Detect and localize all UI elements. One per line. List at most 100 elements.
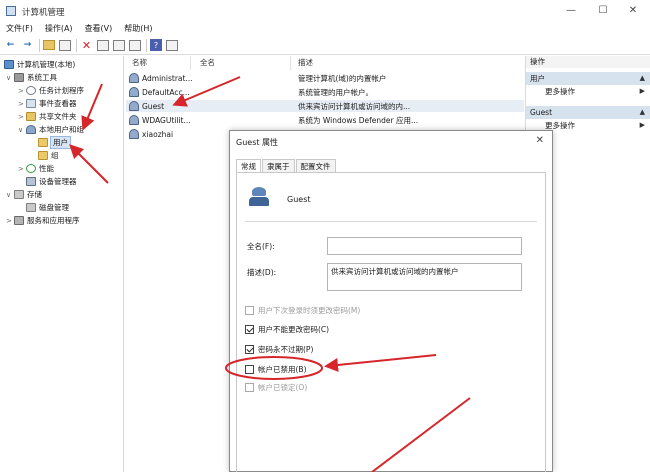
list-row[interactable]: Administrat... 管理计算机(域)的内置帐户 xyxy=(126,72,524,84)
checkbox[interactable] xyxy=(245,325,254,334)
tree-item-root[interactable]: 计算机管理(本地) xyxy=(4,58,75,71)
checkbox-cannot-change-password[interactable]: 用户不能更改密码(C) xyxy=(245,324,329,335)
expand-chevron-icon[interactable]: > xyxy=(18,87,26,95)
checkbox-password-never-expires[interactable]: 密码永不过期(P) xyxy=(245,344,313,355)
up-folder-icon[interactable] xyxy=(43,40,55,50)
help-icon[interactable]: ? xyxy=(150,39,162,51)
expand-chevron-icon[interactable]: > xyxy=(18,165,26,173)
checkbox[interactable] xyxy=(245,383,254,392)
tree-item-services-apps[interactable]: > 服务和应用程序 xyxy=(6,214,80,227)
column-header-full-name[interactable]: 全名 xyxy=(200,56,215,70)
menu-view[interactable]: 查看(V) xyxy=(85,22,113,36)
full-name-input[interactable] xyxy=(327,237,522,255)
column-divider[interactable] xyxy=(290,56,291,70)
shared-folder-icon xyxy=(26,112,36,121)
full-name-label: 全名(F): xyxy=(247,242,275,251)
tree-item-task-scheduler[interactable]: > 任务计划程序 xyxy=(18,84,84,97)
tree-item-local-users-groups[interactable]: ∨ 本地用户和组 xyxy=(18,123,84,136)
tree-item-shared-folders[interactable]: > 共享文件夹 xyxy=(18,110,77,123)
show-hide-tree-icon[interactable] xyxy=(59,39,71,51)
list-row-guest[interactable]: Guest 供来宾访问计算机或访问域的内... xyxy=(126,100,524,112)
collapse-triangle-icon[interactable]: ▲ xyxy=(640,106,645,119)
dialog-close-button[interactable]: ✕ xyxy=(536,135,544,146)
collapse-chevron-icon[interactable]: ∨ xyxy=(6,191,14,199)
submenu-arrow-icon: ▶ xyxy=(639,121,645,129)
tab-profile[interactable]: 配置文件 xyxy=(295,159,336,172)
collapse-chevron-icon[interactable]: ∨ xyxy=(6,74,14,82)
submenu-arrow-icon: ▶ xyxy=(639,87,645,95)
collapse-triangle-icon[interactable]: ▲ xyxy=(640,72,645,85)
collapse-chevron-icon[interactable]: ∨ xyxy=(18,126,26,134)
close-button[interactable]: ✕ xyxy=(622,3,644,18)
expand-chevron-icon[interactable]: > xyxy=(6,217,14,225)
menu-file[interactable]: 文件(F) xyxy=(6,22,33,36)
toolbar-divider xyxy=(146,38,147,52)
computer-management-icon xyxy=(6,6,16,16)
description-input[interactable]: 供来宾访问计算机或访问域的内置帐户 xyxy=(327,263,522,291)
actions-section-users[interactable]: 用户 ▲ xyxy=(526,72,650,85)
action-more-actions[interactable]: 更多操作 ▶ xyxy=(526,85,650,98)
actions-header: 操作 xyxy=(526,56,650,68)
properties-icon[interactable] xyxy=(97,39,109,51)
tree-item-users[interactable]: 用户 xyxy=(38,136,71,149)
folder-icon xyxy=(38,151,48,160)
expand-chevron-icon[interactable]: > xyxy=(18,113,26,121)
list-row[interactable]: DefaultAcc... 系统管理的用户帐户。 xyxy=(126,86,524,98)
divider xyxy=(245,221,537,222)
refresh-icon[interactable] xyxy=(113,39,125,51)
tree-item-groups[interactable]: 组 xyxy=(38,149,59,162)
tools-icon xyxy=(14,73,24,82)
disk-management-icon xyxy=(26,203,36,212)
user-icon xyxy=(129,73,139,83)
maximize-button[interactable]: ☐ xyxy=(592,3,614,18)
users-icon xyxy=(26,125,36,134)
dialog-title: Guest 属性 xyxy=(236,138,279,147)
toolbar-divider xyxy=(76,38,77,52)
menu-help[interactable]: 帮助(H) xyxy=(124,22,152,36)
storage-icon xyxy=(14,190,24,199)
navigation-tree: 计算机管理(本地) ∨ 系统工具 > 任务计划程序 > 事件查看器 > 共享文件… xyxy=(2,56,124,472)
user-icon xyxy=(129,115,139,125)
tab-member-of[interactable]: 隶属于 xyxy=(262,159,295,172)
list-row[interactable]: WDAGUtilit... 系统为 Windows Defender 应用... xyxy=(126,114,524,126)
expand-chevron-icon[interactable]: > xyxy=(18,100,26,108)
back-arrow-icon[interactable]: ← xyxy=(4,39,17,52)
actions-section-guest[interactable]: Guest ▲ xyxy=(526,106,650,119)
checkbox-account-locked[interactable]: 帐户已锁定(O) xyxy=(245,382,307,393)
minimize-button[interactable]: — xyxy=(560,3,582,18)
user-icon xyxy=(129,129,139,139)
checkbox[interactable] xyxy=(245,345,254,354)
tree-item-device-manager[interactable]: 设备管理器 xyxy=(26,175,77,188)
user-icon xyxy=(129,101,139,111)
checkbox[interactable] xyxy=(245,306,254,315)
menu-bar: 文件(F) 操作(A) 查看(V) 帮助(H) xyxy=(0,22,650,36)
tree-item-disk-management[interactable]: 磁盘管理 xyxy=(26,201,69,214)
user-icon xyxy=(249,187,269,207)
tree-item-event-viewer[interactable]: > 事件查看器 xyxy=(18,97,77,110)
toolbar-divider xyxy=(39,38,40,52)
checkbox-account-disabled[interactable]: 帐户已禁用(B) xyxy=(245,364,307,375)
folder-icon xyxy=(38,138,48,147)
checkbox-must-change-password[interactable]: 用户下次登录时须更改密码(M) xyxy=(245,305,360,316)
general-tab-panel: Guest 全名(F): 描述(D): 供来宾访问计算机或访问域的内置帐户 用户… xyxy=(236,172,546,472)
performance-icon xyxy=(26,164,36,173)
export-list-icon[interactable] xyxy=(129,39,141,51)
event-log-icon xyxy=(26,99,36,108)
delete-icon[interactable]: ✕ xyxy=(80,39,93,52)
tree-item-performance[interactable]: > 性能 xyxy=(18,162,54,175)
checkbox[interactable] xyxy=(245,365,254,374)
tree-item-system-tools[interactable]: ∨ 系统工具 xyxy=(6,71,57,84)
column-header-description[interactable]: 描述 xyxy=(298,56,313,70)
show-action-pane-icon[interactable] xyxy=(166,39,178,51)
dialog-tabs: 常规 隶属于 配置文件 xyxy=(236,159,337,172)
tree-item-storage[interactable]: ∨ 存储 xyxy=(6,188,42,201)
description-label: 描述(D): xyxy=(247,268,277,277)
user-icon xyxy=(129,87,139,97)
services-icon xyxy=(14,216,24,225)
account-name: Guest xyxy=(287,195,311,204)
tab-general[interactable]: 常规 xyxy=(236,159,261,172)
column-header-name[interactable]: 名称 xyxy=(132,56,147,70)
forward-arrow-icon[interactable]: → xyxy=(21,39,34,52)
column-divider[interactable] xyxy=(190,56,191,70)
menu-action[interactable]: 操作(A) xyxy=(45,22,73,36)
